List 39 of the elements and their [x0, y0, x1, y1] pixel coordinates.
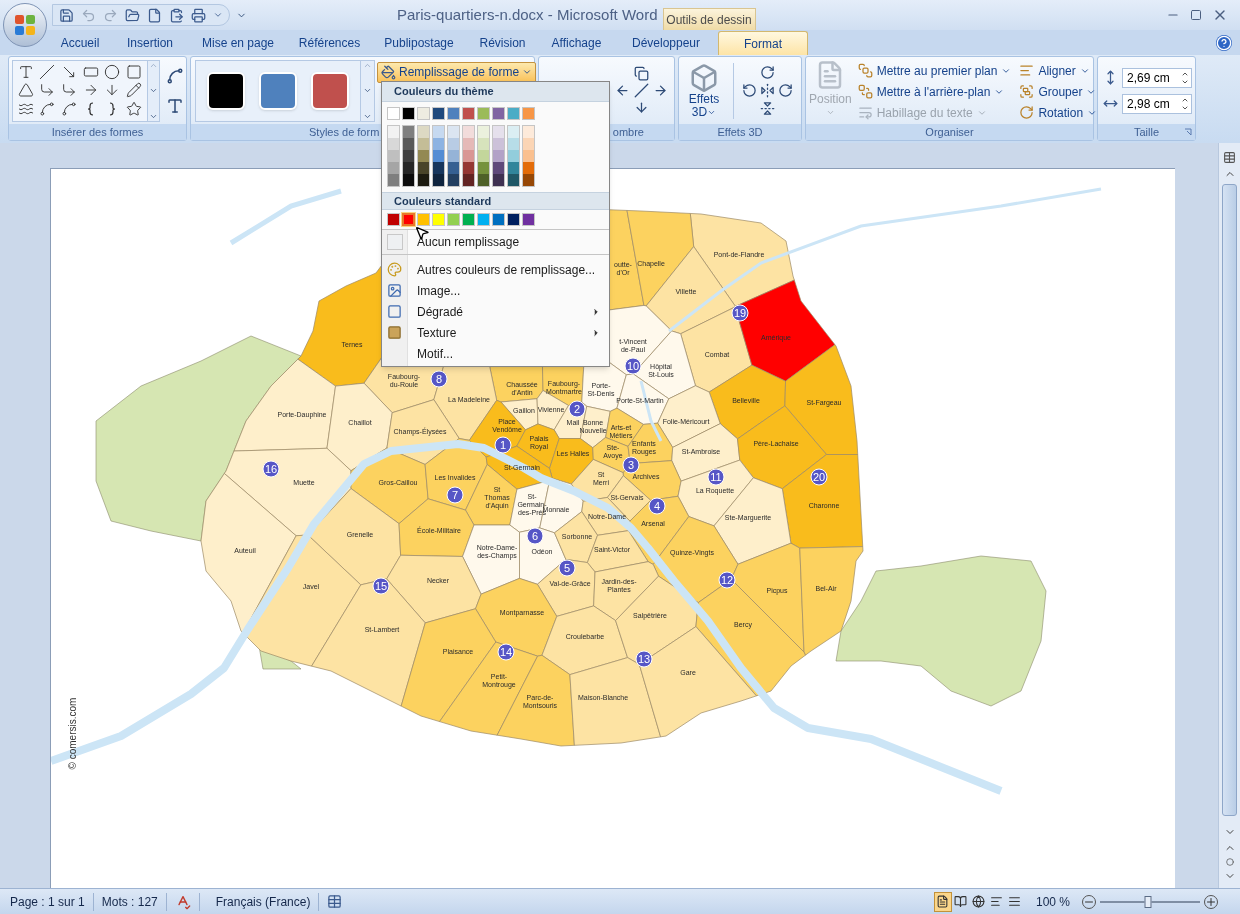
- ribbon-tab[interactable]: Publipostage: [370, 31, 468, 55]
- ribbon-tab[interactable]: Format: [718, 31, 808, 55]
- language-indicator[interactable]: Français (France): [215, 892, 311, 911]
- ribbon-command[interactable]: Aligner: [1017, 60, 1100, 81]
- ribbon-command[interactable]: Grouper: [1017, 81, 1100, 102]
- ribbon-tab[interactable]: Références: [289, 31, 370, 55]
- menu-item[interactable]: Dégradé: [408, 301, 609, 322]
- 3d-effects-button[interactable]: Effets 3D: [683, 62, 725, 119]
- menu-item[interactable]: Motif...: [408, 343, 609, 364]
- zoom-level[interactable]: 100 %: [1035, 892, 1070, 911]
- group-label: Taille: [1133, 124, 1160, 140]
- ribbon-tab[interactable]: Insertion: [113, 31, 187, 55]
- group-label: Effets 3D: [717, 124, 763, 140]
- group-label: Styles de form: [309, 124, 380, 140]
- menu-item[interactable]: Aucun remplissage: [408, 230, 609, 254]
- copyright-text: © comersis.com: [66, 697, 80, 770]
- menu-header: Couleurs du thème: [382, 82, 609, 102]
- height-field[interactable]: 2,69 cm: [1122, 67, 1192, 88]
- menu-item[interactable]: Image...: [408, 280, 609, 301]
- menu-item[interactable]: Autres couleurs de remplissage...: [408, 259, 609, 280]
- contextual-tab-header: Outils de dessin: [662, 8, 756, 30]
- ribbon-command[interactable]: Mettre à l'arrière-plan: [855, 81, 1014, 102]
- ribbon-command[interactable]: Mettre au premier plan: [855, 60, 1014, 81]
- ribbon-tab[interactable]: Révision: [468, 31, 537, 55]
- group-label: Insérer des formes: [51, 124, 144, 140]
- page-count[interactable]: Page : 1 sur 1: [10, 892, 85, 911]
- menu-item[interactable]: Texture: [408, 322, 609, 343]
- group-label: ombre: [612, 124, 644, 140]
- ribbon-tab[interactable]: Affichage: [537, 31, 616, 55]
- ribbon-tab[interactable]: Accueil: [47, 31, 113, 55]
- shape-fill-button[interactable]: Remplissage de forme: [377, 61, 537, 83]
- ribbon-command[interactable]: Rotation: [1017, 102, 1100, 123]
- window-title: Paris-quartiers-n.docx - Microsoft Word: [396, 4, 658, 25]
- ribbon-tab[interactable]: Mise en page: [187, 31, 289, 55]
- group-label: Organiser: [925, 124, 974, 140]
- menu-header: Couleurs standard: [382, 192, 609, 210]
- word-count[interactable]: Mots : 127: [101, 892, 158, 911]
- width-field[interactable]: 2,98 cm: [1122, 93, 1192, 114]
- ribbon-tab[interactable]: Développeur: [616, 31, 716, 55]
